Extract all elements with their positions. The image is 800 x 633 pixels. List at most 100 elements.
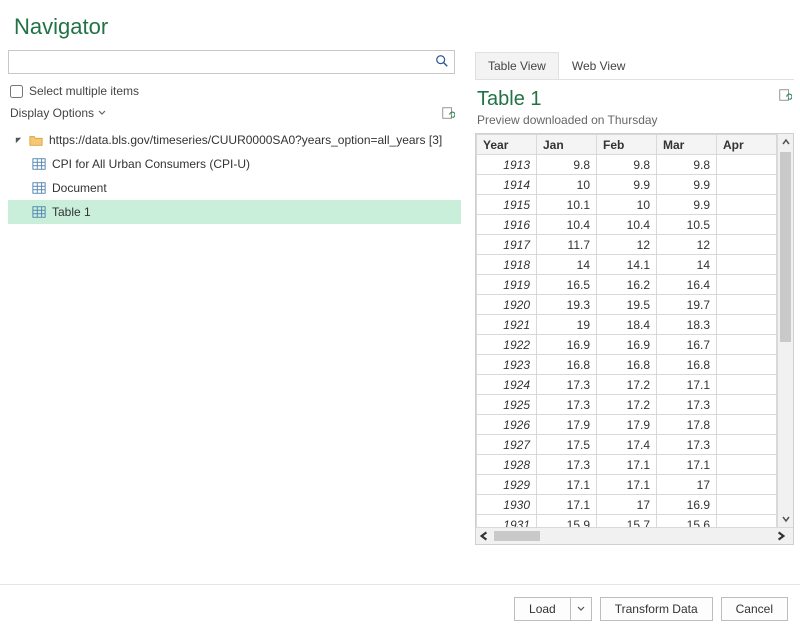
table-row[interactable]: 192316.816.816.8 [477,355,777,375]
table-row[interactable]: 1914109.99.9 [477,175,777,195]
table-cell: 10.5 [657,215,717,235]
table-cell: 17.2 [597,375,657,395]
table-cell [717,415,777,435]
scroll-up-icon[interactable] [778,134,793,150]
table-row[interactable]: 193017.11716.9 [477,495,777,515]
horizontal-scrollbar[interactable] [476,527,793,544]
table-row[interactable]: 193115.915.715.6 [477,515,777,528]
table-cell: 14 [537,255,597,275]
table-cell: 16.5 [537,275,597,295]
vscroll-thumb[interactable] [780,152,791,342]
table-row[interactable]: 191610.410.410.5 [477,215,777,235]
search-icon[interactable] [435,54,449,68]
table-cell: 17.9 [537,415,597,435]
table-cell: 16.2 [597,275,657,295]
table-row[interactable]: 19181414.114 [477,255,777,275]
preview-tabs: Table View Web View [475,52,794,80]
table-cell: 17.3 [537,395,597,415]
table-cell: 15.9 [537,515,597,528]
vertical-scrollbar[interactable] [777,134,793,527]
search-input[interactable] [8,50,455,74]
tab-table-view[interactable]: Table View [475,52,559,79]
table-cell [717,435,777,455]
table-cell: 1915 [477,195,537,215]
table-cell [717,515,777,528]
table-cell [717,315,777,335]
tree-item[interactable]: CPI for All Urban Consumers (CPI-U) [8,152,461,176]
table-cell [717,235,777,255]
table-cell [717,355,777,375]
transform-data-button[interactable]: Transform Data [600,597,713,621]
table-cell: 9.8 [657,155,717,175]
preview-subtitle: Preview downloaded on Thursday [477,113,658,127]
left-pane: Select multiple items Display Options [8,50,461,576]
table-cell: 1917 [477,235,537,255]
table-icon [32,157,46,171]
column-header[interactable]: Apr [717,135,777,155]
hscroll-thumb[interactable] [494,531,540,541]
table-row[interactable]: 192917.117.117 [477,475,777,495]
table-row[interactable]: 19211918.418.3 [477,315,777,335]
table-cell: 1931 [477,515,537,528]
table-cell: 17.5 [537,435,597,455]
table-cell [717,475,777,495]
table-cell [717,455,777,475]
table-cell [717,195,777,215]
table-cell: 19.5 [597,295,657,315]
column-header[interactable]: Feb [597,135,657,155]
scroll-right-icon[interactable] [775,530,791,542]
table-row[interactable]: 191510.1109.9 [477,195,777,215]
table-cell [717,155,777,175]
tree-item[interactable]: Document [8,176,461,200]
table-row[interactable]: 192717.517.417.3 [477,435,777,455]
tree-root-row[interactable]: https://data.bls.gov/timeseries/CUUR0000… [8,128,461,152]
table-cell: 10 [537,175,597,195]
tree-item-label: Document [52,181,107,195]
column-header[interactable]: Mar [657,135,717,155]
tree-item-label: CPI for All Urban Consumers (CPI-U) [52,157,250,171]
table-cell: 10.1 [537,195,597,215]
table-cell: 1920 [477,295,537,315]
select-multiple-row[interactable]: Select multiple items [10,84,459,98]
table-row[interactable]: 192417.317.217.1 [477,375,777,395]
table-row[interactable]: 192817.317.117.1 [477,455,777,475]
tree-item-label: Table 1 [52,205,91,219]
table-cell [717,375,777,395]
display-options-dropdown[interactable]: Display Options [10,106,106,120]
table-cell [717,335,777,355]
table-cell: 17.8 [657,415,717,435]
table-cell: 19.7 [657,295,717,315]
table-row[interactable]: 191711.71212 [477,235,777,255]
table-row[interactable]: 19139.89.89.8 [477,155,777,175]
table-cell [717,295,777,315]
table-row[interactable]: 192617.917.917.8 [477,415,777,435]
table-cell: 1930 [477,495,537,515]
caret-down-icon[interactable] [14,136,23,145]
tree-item[interactable]: Table 1 [8,200,461,224]
refresh-icon[interactable] [441,106,455,120]
tab-web-view[interactable]: Web View [559,52,639,79]
table-cell: 17.1 [597,475,657,495]
table-icon [32,181,46,195]
table-cell: 17.1 [657,375,717,395]
table-row[interactable]: 192019.319.519.7 [477,295,777,315]
select-multiple-checkbox[interactable] [10,85,23,98]
preview-refresh-icon[interactable] [778,88,792,102]
table-cell: 17.2 [597,395,657,415]
table-cell [717,175,777,195]
table-cell [717,495,777,515]
table-row[interactable]: 192216.916.916.7 [477,335,777,355]
scroll-down-icon[interactable] [778,511,793,527]
table-row[interactable]: 191916.516.216.4 [477,275,777,295]
preview-title: Table 1 [477,88,658,111]
scroll-left-icon[interactable] [478,530,494,542]
column-header[interactable]: Jan [537,135,597,155]
load-button[interactable]: Load [514,597,570,621]
table-row[interactable]: 192517.317.217.3 [477,395,777,415]
cancel-button[interactable]: Cancel [721,597,788,621]
column-header[interactable]: Year [477,135,537,155]
table-cell: 16.9 [537,335,597,355]
table-cell: 16.8 [597,355,657,375]
load-dropdown-button[interactable] [570,597,592,621]
table-cell: 11.7 [537,235,597,255]
